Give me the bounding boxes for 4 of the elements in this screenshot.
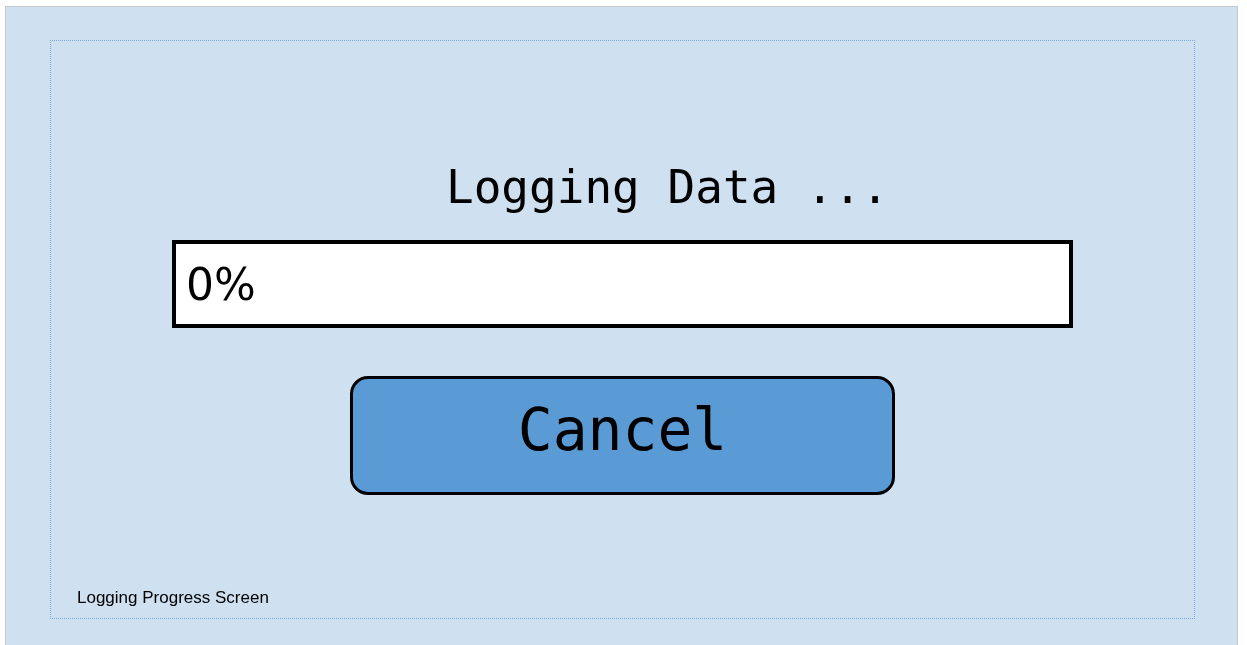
screen-caption: Logging Progress Screen [77,588,269,608]
cancel-button[interactable]: Cancel [350,376,895,495]
progress-reading: 0% [186,258,256,310]
screen-title: Logging Data ... [444,161,890,213]
